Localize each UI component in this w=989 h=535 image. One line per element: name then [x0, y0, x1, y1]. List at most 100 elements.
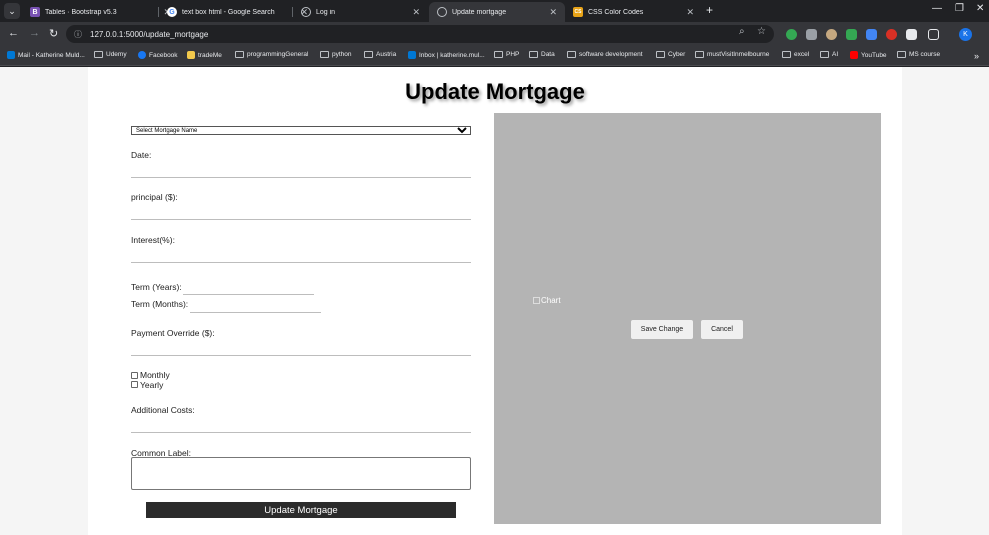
trademe-icon: [187, 51, 195, 59]
folder-icon: [494, 51, 503, 58]
folder-icon: [94, 51, 103, 58]
camera-extension-icon[interactable]: [806, 29, 817, 40]
folder-icon: [320, 51, 329, 58]
bookmark-austria[interactable]: Austria: [364, 51, 396, 58]
term-months-label: Term (Months):: [131, 299, 189, 309]
tab-update-mortgage[interactable]: Update mortgage ✕: [429, 2, 565, 22]
bookmark-facebook[interactable]: Facebook: [138, 51, 178, 59]
bookmark-inbox[interactable]: Inbox | katherine.mul...: [408, 51, 485, 59]
term-years-label: Term (Years):: [131, 282, 182, 292]
bookmark-ms-course[interactable]: MS course: [897, 51, 940, 58]
close-window-icon[interactable]: ✕: [976, 3, 984, 14]
new-tab-icon[interactable]: +: [706, 3, 713, 17]
extensions-puzzle-icon[interactable]: [928, 29, 939, 40]
back-icon[interactable]: ←: [8, 27, 19, 39]
tab-title: Update mortgage: [452, 8, 507, 16]
bookmark-data[interactable]: Data: [529, 51, 555, 58]
google-favicon-icon: G: [167, 7, 177, 17]
folder-icon: [235, 51, 244, 58]
page-viewport: Update Mortgage Select Mortgage Name Dat…: [0, 67, 989, 535]
tab-bootstrap[interactable]: B Tables · Bootstrap v5.3 ✕: [22, 2, 179, 22]
term-years-input[interactable]: [183, 294, 314, 295]
interest-label: Interest(%):: [131, 235, 175, 245]
reading-list-icon[interactable]: [906, 29, 917, 40]
yearly-checkbox[interactable]: [131, 381, 138, 388]
payment-override-label: Payment Override ($):: [131, 328, 215, 338]
close-tab-icon[interactable]: ✕: [686, 7, 694, 18]
folder-icon: [364, 51, 373, 58]
close-tab-icon[interactable]: ✕: [549, 7, 557, 18]
bookmark-trademe[interactable]: tradeMe: [187, 51, 222, 59]
bookmark-excel[interactable]: excel: [782, 51, 809, 58]
broken-image-icon: [533, 297, 540, 304]
cancel-button[interactable]: Cancel: [701, 320, 743, 339]
folder-icon: [656, 51, 665, 58]
interest-input[interactable]: [131, 262, 471, 263]
globe-icon: [301, 7, 311, 17]
chart-panel: Chart Save Change Cancel: [494, 113, 881, 524]
close-tab-icon[interactable]: ✕: [412, 7, 420, 18]
update-mortgage-button[interactable]: Update Mortgage: [146, 502, 456, 518]
reload-icon[interactable]: ↻: [49, 27, 58, 40]
tab-title: CSS Color Codes: [588, 8, 644, 16]
date-label: Date:: [131, 150, 152, 160]
bookmark-cyber[interactable]: Cyber: [656, 51, 685, 58]
save-change-button[interactable]: Save Change: [631, 320, 693, 339]
principal-label: principal ($):: [131, 192, 178, 202]
yearly-label: Yearly: [140, 380, 164, 390]
restore-icon[interactable]: ❐: [955, 3, 964, 14]
common-label-textarea[interactable]: [131, 457, 471, 490]
tab-search-icon[interactable]: ⌄: [4, 3, 20, 19]
folder-icon: [567, 51, 576, 58]
additional-costs-label: Additional Costs:: [131, 405, 195, 415]
term-months-input[interactable]: [190, 312, 321, 313]
date-input[interactable]: [131, 177, 471, 178]
outlook-icon: [7, 51, 15, 59]
bookmark-star-icon[interactable]: ☆: [757, 26, 766, 37]
bookmark-youtube[interactable]: YouTube: [850, 51, 887, 59]
payment-override-input[interactable]: [131, 355, 471, 356]
search-icon[interactable]: ⌕: [739, 26, 745, 37]
bookmark-php[interactable]: PHP: [494, 51, 519, 58]
folder-icon: [897, 51, 906, 58]
facebook-icon: [138, 51, 146, 59]
bookmark-mail[interactable]: Mail - Katherine Muld...: [7, 51, 85, 59]
monthly-checkbox[interactable]: [131, 372, 138, 379]
bookmark-ai[interactable]: AI: [820, 51, 838, 58]
tab-strip: ⌄ B Tables · Bootstrap v5.3 ✕ G text box…: [0, 0, 989, 22]
tab-title: Tables · Bootstrap v5.3: [45, 8, 117, 16]
folder-icon: [820, 51, 829, 58]
more-bookmarks-icon[interactable]: »: [974, 51, 979, 61]
ublock-extension-icon[interactable]: [886, 29, 897, 40]
tab-css-color-codes[interactable]: CS CSS Color Codes ✕: [565, 2, 702, 22]
extension-icon[interactable]: [826, 29, 837, 40]
principal-input[interactable]: [131, 219, 471, 220]
chart-alt-text: Chart: [541, 296, 561, 305]
site-info-icon[interactable]: ⓘ: [74, 29, 82, 40]
bootstrap-favicon-icon: B: [30, 7, 40, 17]
translate-extension-icon[interactable]: [866, 29, 877, 40]
additional-costs-input[interactable]: [131, 432, 471, 433]
folder-icon: [782, 51, 791, 58]
profile-avatar[interactable]: K: [959, 28, 972, 41]
browser-toolbar: ← → ↻ ⓘ 127.0.0.1:5000/update_mortgage ⌕…: [0, 22, 989, 46]
bookmark-software-development[interactable]: software development: [567, 51, 643, 58]
address-bar[interactable]: ⓘ 127.0.0.1:5000/update_mortgage: [66, 25, 774, 43]
tab-title: Log in: [316, 8, 336, 16]
flag-extension-icon[interactable]: [846, 29, 857, 40]
mortgage-name-select[interactable]: Select Mortgage Name: [131, 126, 471, 135]
bookmark-mustvisit[interactable]: mustVisitInmelbourne: [695, 51, 769, 58]
forward-icon[interactable]: →: [29, 27, 40, 39]
bookmark-udemy[interactable]: Udemy: [94, 51, 127, 58]
mortgage-form: Select Mortgage Name Date: principal ($)…: [108, 113, 494, 524]
grammarly-extension-icon[interactable]: [786, 29, 797, 40]
chart-image: Chart: [533, 296, 561, 305]
bookmark-python[interactable]: python: [320, 51, 352, 58]
monthly-label: Monthly: [140, 370, 170, 380]
tab-log-in[interactable]: Log in ✕: [293, 2, 428, 22]
tab-title: text box html - Google Search: [182, 8, 275, 16]
minimize-icon[interactable]: —: [932, 3, 942, 14]
bookmark-programminggeneral[interactable]: programmingGeneral: [235, 51, 308, 58]
url-text: 127.0.0.1:5000/update_mortgage: [90, 29, 209, 39]
outlook-icon: [408, 51, 416, 59]
